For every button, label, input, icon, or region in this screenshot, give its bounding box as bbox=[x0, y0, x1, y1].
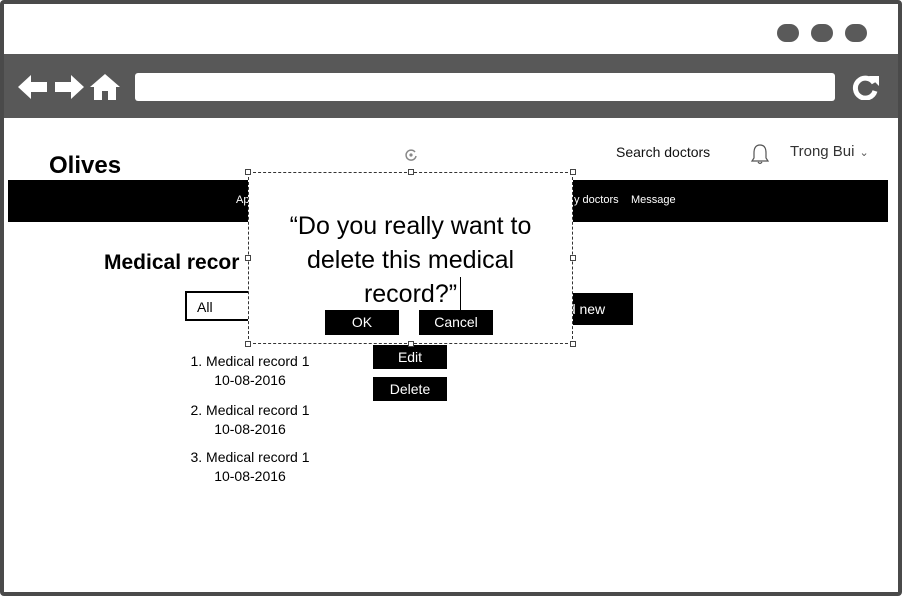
list-item[interactable]: 1. Medical record 1 10-08-2016 bbox=[188, 352, 312, 390]
window-dot-icon[interactable] bbox=[845, 24, 867, 42]
forward-arrow-icon[interactable] bbox=[54, 74, 84, 100]
confirm-delete-dialog: “Do you really want to delete this medic… bbox=[248, 172, 573, 344]
delete-button[interactable]: Delete bbox=[373, 377, 447, 401]
refresh-icon[interactable] bbox=[850, 74, 880, 100]
rotate-handle-icon[interactable] bbox=[404, 148, 418, 162]
ok-button[interactable]: OK bbox=[325, 310, 399, 335]
record-name: 1. Medical record 1 bbox=[190, 353, 310, 369]
site-logo[interactable]: Olives bbox=[49, 152, 121, 180]
resize-handle[interactable] bbox=[570, 169, 576, 175]
list-item[interactable]: 3. Medical record 1 10-08-2016 bbox=[188, 448, 312, 486]
list-item[interactable]: 2. Medical record 1 10-08-2016 bbox=[188, 401, 312, 439]
home-icon[interactable] bbox=[90, 74, 120, 100]
nav-item-my-doctors[interactable]: y doctors bbox=[574, 194, 619, 206]
bell-icon[interactable] bbox=[750, 143, 770, 165]
window-dot-icon[interactable] bbox=[777, 24, 799, 42]
edit-button[interactable]: Edit bbox=[373, 345, 447, 369]
resize-handle[interactable] bbox=[245, 169, 251, 175]
record-date: 10-08-2016 bbox=[214, 421, 286, 437]
record-date: 10-08-2016 bbox=[214, 468, 286, 484]
user-name: Trong Bui bbox=[790, 143, 855, 160]
dialog-message-line: “Do you really want to bbox=[289, 212, 532, 240]
chevron-down-icon: ⌄ bbox=[859, 147, 869, 159]
address-bar[interactable] bbox=[135, 73, 835, 101]
record-name: 3. Medical record 1 bbox=[190, 449, 310, 465]
window-dot-icon[interactable] bbox=[811, 24, 833, 42]
resize-handle[interactable] bbox=[245, 341, 251, 347]
back-arrow-icon[interactable] bbox=[18, 74, 48, 100]
record-date: 10-08-2016 bbox=[214, 372, 286, 388]
resize-handle[interactable] bbox=[245, 255, 251, 261]
resize-handle[interactable] bbox=[408, 169, 414, 175]
browser-titlebar bbox=[4, 4, 898, 54]
resize-handle[interactable] bbox=[570, 255, 576, 261]
user-menu[interactable]: Trong Bui ⌄ bbox=[790, 143, 869, 160]
page-title: Medical recor bbox=[104, 251, 240, 274]
record-name: 2. Medical record 1 bbox=[190, 402, 310, 418]
cancel-button[interactable]: Cancel bbox=[419, 310, 493, 335]
search-doctors-link[interactable]: Search doctors bbox=[616, 144, 710, 160]
dialog-message: “Do you really want to delete this medic… bbox=[249, 209, 572, 311]
dialog-message-line: record?” bbox=[363, 280, 458, 308]
resize-handle[interactable] bbox=[408, 341, 414, 347]
dialog-message-line: delete this medical bbox=[306, 246, 515, 274]
nav-item-message[interactable]: Message bbox=[631, 194, 676, 206]
resize-handle[interactable] bbox=[570, 341, 576, 347]
text-caret bbox=[460, 277, 461, 311]
